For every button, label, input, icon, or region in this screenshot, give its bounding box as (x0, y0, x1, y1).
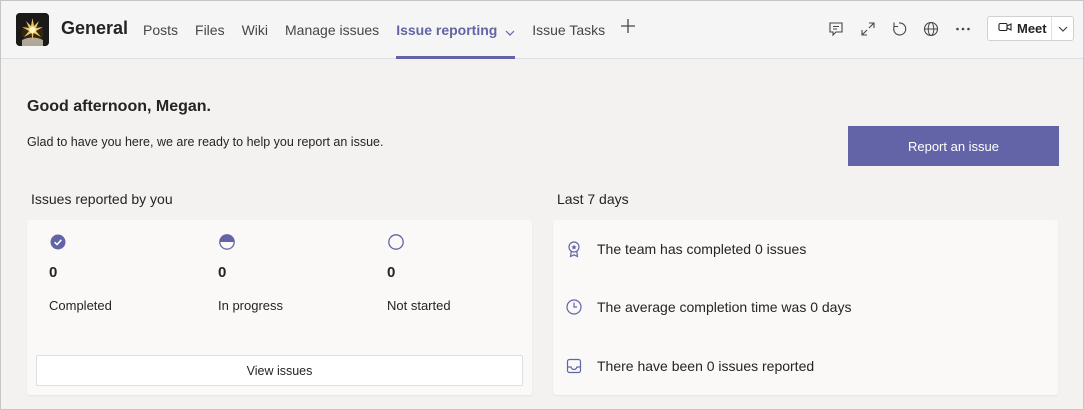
stat-in-progress-value: 0 (218, 264, 227, 281)
team-logo-icon[interactable] (16, 13, 49, 46)
greeting-subtext: Glad to have you here, we are ready to h… (27, 135, 384, 149)
meet-dropdown-chevron-icon[interactable] (1052, 17, 1073, 40)
last-week-title: Last 7 days (557, 191, 629, 207)
greeting-heading: Good afternoon, Megan. (27, 98, 211, 115)
tab-issue-reporting[interactable]: Issue reporting (396, 1, 516, 59)
tab-manage-issues-label: Manage issues (285, 22, 380, 38)
average-time-text: The average completion time was 0 days (597, 299, 852, 315)
reported-count-text: There have been 0 issues reported (597, 358, 815, 374)
tab-manage-issues[interactable]: Manage issues (285, 1, 379, 59)
stat-not-started-value: 0 (387, 264, 396, 281)
chevron-down-icon[interactable] (505, 23, 515, 39)
channel-header: General Posts Files Wiki Manage issues I… (1, 1, 1083, 59)
refresh-icon[interactable] (890, 20, 908, 38)
report-issue-button[interactable]: Report an issue (848, 126, 1059, 166)
tab-posts[interactable]: Posts (143, 1, 178, 59)
channel-title: General (61, 18, 129, 38)
more-options-icon[interactable] (954, 20, 972, 38)
tab-issue-reporting-label: Issue reporting (396, 22, 498, 38)
list-item: The team has completed 0 issues (565, 238, 806, 260)
clock-icon (565, 298, 583, 316)
list-item: There have been 0 issues reported (565, 355, 814, 377)
completed-count-text: The team has completed 0 issues (597, 241, 807, 257)
meet-button[interactable]: Meet (988, 17, 1052, 40)
tab-files-label: Files (195, 22, 225, 38)
list-item: The average completion time was 0 days (565, 296, 851, 318)
expand-icon[interactable] (859, 20, 877, 38)
tab-issue-tasks[interactable]: Issue Tasks (532, 1, 605, 59)
meet-label: Meet (1017, 21, 1047, 36)
tab-posts-label: Posts (143, 22, 179, 38)
teams-window: General Posts Files Wiki Manage issues I… (0, 0, 1084, 410)
globe-icon[interactable] (922, 20, 940, 38)
completed-check-icon (49, 233, 67, 251)
stat-completed-value: 0 (49, 264, 58, 281)
video-camera-icon (998, 20, 1012, 38)
conversation-icon[interactable] (827, 20, 845, 38)
my-issues-title: Issues reported by you (31, 191, 173, 207)
add-tab-icon[interactable] (620, 1, 636, 59)
stat-not-started-label: Not started (387, 298, 451, 313)
tab-issue-tasks-label: Issue Tasks (532, 22, 606, 38)
inbox-tray-icon (565, 357, 583, 375)
half-circle-icon (218, 233, 236, 251)
meet-split-button: Meet (987, 16, 1074, 41)
stat-in-progress-label: In progress (218, 298, 284, 313)
empty-circle-icon (387, 233, 405, 251)
tab-files[interactable]: Files (195, 1, 225, 59)
tab-wiki[interactable]: Wiki (242, 1, 268, 59)
stat-completed-label: Completed (49, 298, 112, 313)
channel-tabs: Posts Files Wiki Manage issues Issue rep… (143, 1, 636, 59)
last-week-card: The team has completed 0 issues The aver… (553, 220, 1058, 395)
award-ribbon-icon (565, 240, 583, 258)
my-issues-card: 0 Completed 0 In progress 0 Not started … (27, 220, 532, 395)
view-issues-button[interactable]: View issues (36, 355, 523, 386)
tab-wiki-label: Wiki (241, 22, 269, 38)
